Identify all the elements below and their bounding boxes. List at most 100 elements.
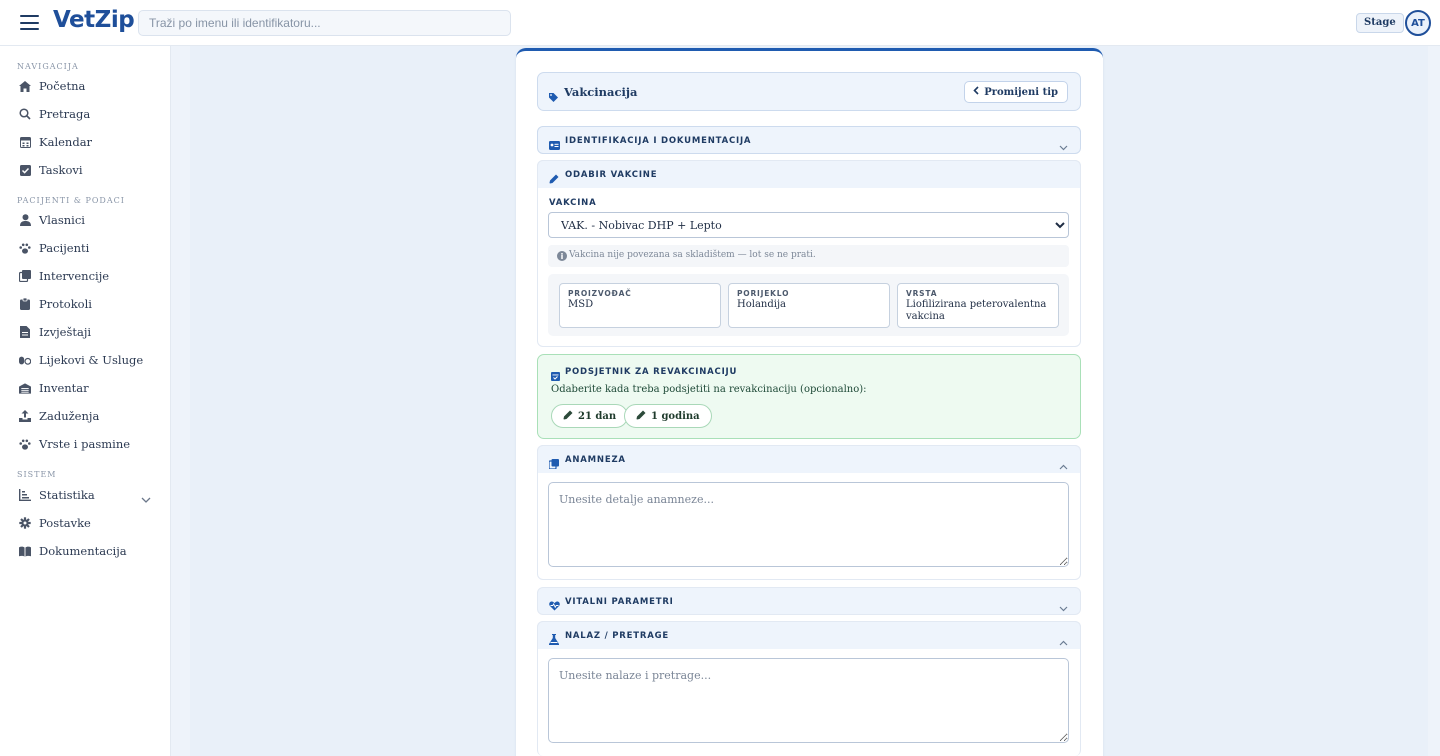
meta-value: Liofilizirana peterovalentna vakcina — [906, 299, 1047, 322]
chevron-left-icon — [973, 86, 979, 98]
vaccine-select[interactable]: VAK. - Nobivac DHP + Lepto — [548, 212, 1069, 238]
reminder-title: PODSJETNIK ZA REVAKCINACIJU — [565, 367, 738, 377]
vaccine-origin: PORIJEKLO Holandija — [728, 283, 890, 328]
section-title: ODABIR VAKCINE — [565, 170, 658, 180]
search-input[interactable] — [138, 10, 511, 36]
chevron-down-icon — [1059, 597, 1068, 616]
app-logo[interactable]: VetZip — [53, 7, 135, 33]
heart-pulse-icon — [549, 596, 560, 615]
change-type-label: Promijeni tip — [984, 86, 1058, 98]
sidebar-item-label: Početna — [39, 79, 86, 93]
vaccine-kind: VRSTA Liofilizirana peterovalentna vakci… — [897, 283, 1059, 328]
sidebar-item-label: Vrste i pasmine — [39, 437, 131, 451]
section-title: VITALNI PARAMETRI — [565, 597, 674, 607]
intervention-type-title: Vakcinacija — [564, 85, 638, 99]
section-anamnesis[interactable]: ANAMNEZA — [537, 445, 1081, 473]
warehouse-icon — [19, 382, 31, 394]
user-icon — [19, 214, 31, 226]
paw-icon — [19, 242, 31, 254]
sidebar-section-title: PACIJENTI & PODACI — [17, 196, 125, 205]
section-vaccine-selection: ODABIR VAKCINE — [537, 160, 1081, 188]
section-title: NALAZ / PRETRAGE — [565, 631, 669, 641]
sidebar-item-statistika[interactable]: Statistika — [0, 483, 171, 507]
section-identification[interactable]: IDENTIFIKACIJA I DOKUMENTACIJA — [537, 126, 1081, 154]
vaccine-manufacturer: PROIZVOĐAČ MSD — [559, 283, 721, 328]
pills-icon — [19, 354, 31, 366]
sidebar: NAVIGACIJA Početna Pretraga Kalendar Tas… — [0, 46, 171, 756]
sidebar-item-label: Kalendar — [39, 135, 93, 149]
sidebar-item-izvjestaji[interactable]: Izvještaji — [0, 320, 171, 344]
file-icon — [19, 326, 31, 338]
sidebar-item-pretraga[interactable]: Pretraga — [0, 102, 171, 126]
findings-textarea[interactable] — [548, 658, 1069, 743]
sidebar-item-vrste-pasmine[interactable]: Vrste i pasmine — [0, 432, 171, 456]
sidebar-item-label: Statistika — [39, 488, 95, 502]
anamnesis-textarea[interactable] — [548, 482, 1069, 567]
sidebar-item-postavke[interactable]: Postavke — [0, 511, 171, 535]
sidebar-item-pacijenti[interactable]: Pacijenti — [0, 236, 171, 260]
inventory-info-note: i Vakcina nije povezana sa skladištem — … — [548, 245, 1069, 267]
sidebar-item-taskovi[interactable]: Taskovi — [0, 158, 171, 182]
sidebar-section-title: NAVIGACIJA — [17, 62, 79, 71]
reminder-option-21-days[interactable]: 21 dan — [551, 404, 629, 428]
info-icon: i — [557, 251, 567, 261]
meta-key: PROIZVOĐAČ — [568, 289, 632, 298]
section-findings[interactable]: NALAZ / PRETRAGE — [537, 621, 1081, 649]
info-text: Vakcina nije povezana sa skladištem — lo… — [569, 250, 816, 260]
syringe-icon — [549, 169, 559, 188]
sidebar-section-title: SISTEM — [17, 470, 57, 479]
chevron-down-icon[interactable] — [141, 489, 151, 508]
change-type-button[interactable]: Promijeni tip — [964, 81, 1068, 103]
gear-icon — [19, 517, 31, 529]
calendar-icon — [19, 136, 31, 148]
meta-key: VRSTA — [906, 289, 938, 298]
clipboard-icon — [19, 298, 31, 310]
notes-icon — [548, 454, 559, 473]
sidebar-item-protokoli[interactable]: Protokoli — [0, 292, 171, 316]
calendar-check-icon — [551, 366, 560, 385]
home-icon — [19, 80, 31, 92]
meta-value: Holandija — [737, 299, 787, 310]
sidebar-item-inventar[interactable]: Inventar — [0, 376, 171, 400]
sidebar-item-vlasnici[interactable]: Vlasnici — [0, 208, 171, 232]
sidebar-item-zaduzenja[interactable]: Zaduženja — [0, 404, 171, 428]
intervention-type-header: Vakcinacija Promijeni tip — [537, 72, 1081, 111]
sidebar-item-dokumentacija[interactable]: Dokumentacija — [0, 539, 171, 563]
section-vitals[interactable]: VITALNI PARAMETRI — [537, 587, 1081, 615]
sidebar-item-label: Taskovi — [39, 163, 83, 177]
sidebar-item-label: Intervencije — [39, 269, 110, 283]
sidebar-item-label: Zaduženja — [39, 409, 100, 423]
environment-badge: Stage — [1356, 13, 1404, 33]
reminder-option-label: 21 dan — [578, 410, 617, 422]
chevron-up-icon — [1059, 631, 1068, 650]
sidebar-item-pocetna[interactable]: Početna — [0, 74, 171, 98]
section-title: ANAMNEZA — [565, 455, 626, 465]
sidebar-item-intervencije[interactable]: Intervencije — [0, 264, 171, 288]
clipboard-stack-icon — [19, 270, 31, 282]
sidebar-item-lijekovi-usluge[interactable]: Lijekovi & Usluge — [0, 348, 171, 372]
sidebar-item-kalendar[interactable]: Kalendar — [0, 130, 171, 154]
sidebar-item-label: Inventar — [39, 381, 89, 395]
menu-icon[interactable] — [20, 15, 39, 30]
sidebar-item-label: Lijekovi & Usluge — [39, 353, 144, 367]
sidebar-item-label: Postavke — [39, 516, 91, 530]
chevron-down-icon — [1059, 136, 1068, 155]
reminder-description: Odaberite kada treba podsjetiti na revak… — [551, 384, 867, 395]
reminder-option-1-year[interactable]: 1 godina — [624, 404, 712, 428]
id-card-icon — [549, 135, 560, 154]
sidebar-item-label: Pretraga — [39, 107, 91, 121]
meta-value: MSD — [568, 299, 594, 310]
top-bar: VetZip Stage AT — [0, 0, 1440, 46]
syringe-icon — [563, 410, 573, 423]
syringe-icon — [636, 410, 646, 423]
upload-icon — [19, 410, 31, 422]
user-avatar[interactable]: AT — [1405, 10, 1431, 36]
paw-icon — [19, 438, 31, 450]
chevron-up-icon — [1059, 455, 1068, 474]
sidebar-item-label: Vlasnici — [39, 213, 85, 227]
sidebar-item-label: Izvještaji — [39, 325, 92, 339]
section-title: IDENTIFIKACIJA I DOKUMENTACIJA — [565, 136, 752, 146]
sidebar-item-label: Pacijenti — [39, 241, 90, 255]
tag-icon — [549, 87, 558, 106]
flask-icon — [549, 630, 559, 649]
